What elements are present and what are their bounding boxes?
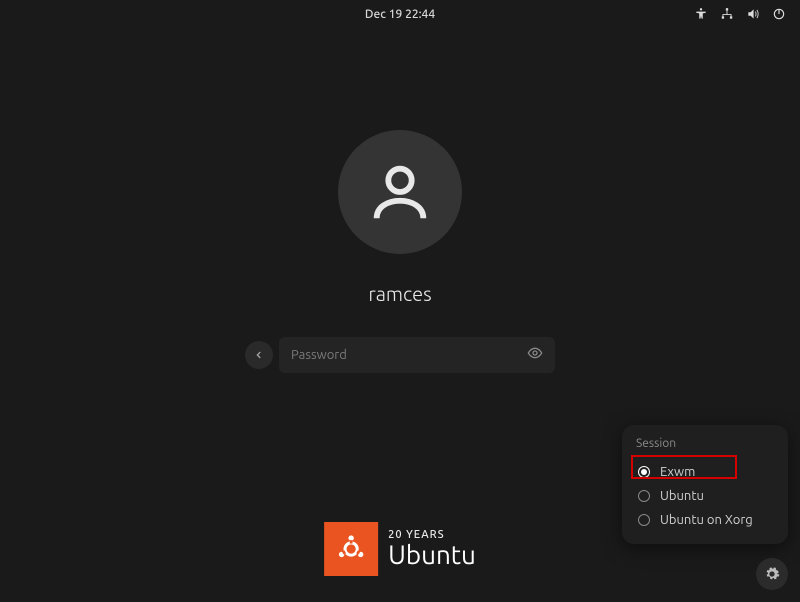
ubuntu-logo-icon xyxy=(324,522,378,576)
clock[interactable]: Dec 19 22:44 xyxy=(365,8,435,21)
ubuntu-branding: 20 YEARS Ubuntu xyxy=(324,522,476,576)
radio-icon xyxy=(638,466,650,478)
status-tray xyxy=(694,0,786,28)
network-icon[interactable] xyxy=(720,7,734,21)
password-input[interactable]: Password xyxy=(279,337,555,373)
username-label: ramces xyxy=(368,282,431,305)
radio-icon xyxy=(638,514,650,526)
password-row: Password xyxy=(245,337,555,373)
session-option-ubuntu[interactable]: Ubuntu xyxy=(636,484,774,508)
session-option-label: Ubuntu xyxy=(660,489,704,503)
volume-icon[interactable] xyxy=(746,7,760,21)
login-area: ramces Password xyxy=(240,130,560,373)
session-heading: Session xyxy=(636,437,774,450)
session-option-label: Ubuntu on Xorg xyxy=(660,513,753,527)
brand-name-label: Ubuntu xyxy=(388,541,476,568)
radio-icon xyxy=(638,490,650,502)
accessibility-icon[interactable] xyxy=(694,7,708,21)
reveal-password-icon[interactable] xyxy=(527,345,543,365)
power-icon[interactable] xyxy=(772,7,786,21)
brand-text: 20 YEARS Ubuntu xyxy=(388,530,476,569)
back-button[interactable] xyxy=(245,341,273,369)
session-option-ubuntu-on-xorg[interactable]: Ubuntu on Xorg xyxy=(636,508,774,532)
password-placeholder: Password xyxy=(291,348,347,362)
user-avatar xyxy=(338,130,462,254)
session-option-label: Exwm xyxy=(660,465,695,479)
session-option-exwm[interactable]: Exwm xyxy=(636,460,774,484)
session-menu: Session Exwm Ubuntu Ubuntu on Xorg xyxy=(622,425,788,544)
top-panel: Dec 19 22:44 xyxy=(0,0,800,28)
session-gear-button[interactable] xyxy=(756,558,788,590)
